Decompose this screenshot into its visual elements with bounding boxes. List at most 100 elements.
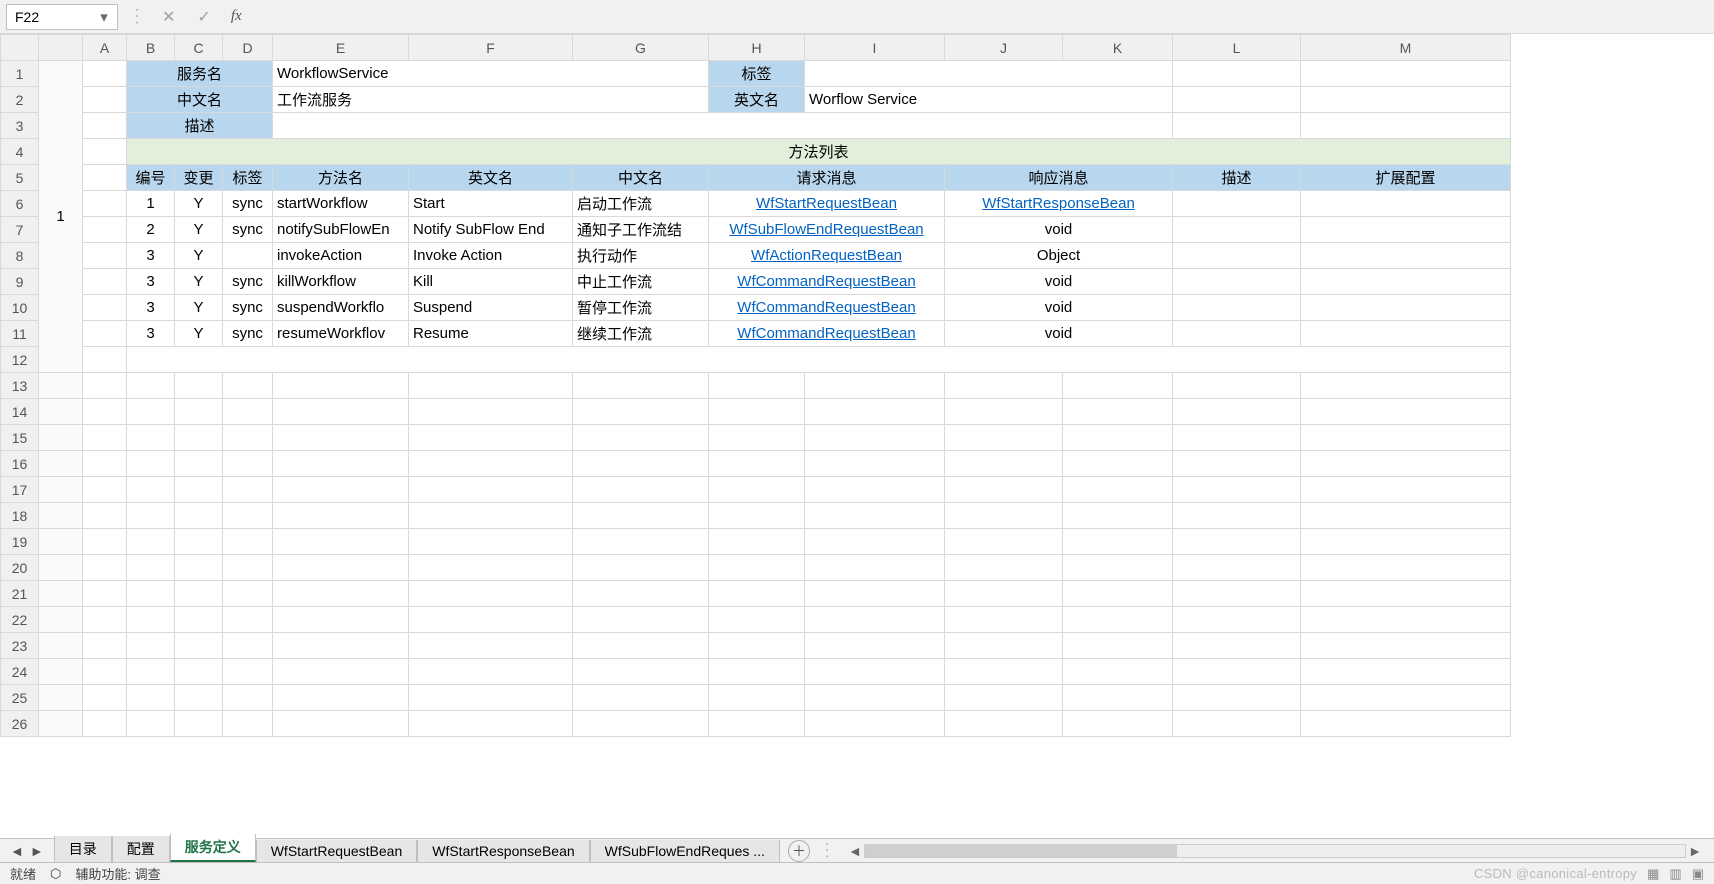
cell-L26[interactable] bbox=[1173, 711, 1301, 737]
cell-J15[interactable] bbox=[945, 425, 1063, 451]
method-ext[interactable] bbox=[1301, 243, 1511, 269]
cell-A19[interactable] bbox=[83, 529, 127, 555]
cell-B26[interactable] bbox=[127, 711, 175, 737]
sheet-tab[interactable]: 配置 bbox=[112, 836, 170, 862]
cell-J20[interactable] bbox=[945, 555, 1063, 581]
cell-I19[interactable] bbox=[805, 529, 945, 555]
cell-C13[interactable] bbox=[175, 373, 223, 399]
cell-J18[interactable] bbox=[945, 503, 1063, 529]
name-box-input[interactable] bbox=[7, 9, 95, 25]
cell-J22[interactable] bbox=[945, 607, 1063, 633]
cell-I23[interactable] bbox=[805, 633, 945, 659]
cell-G14[interactable] bbox=[573, 399, 709, 425]
cell-B16[interactable] bbox=[127, 451, 175, 477]
method-en[interactable]: Start bbox=[409, 191, 573, 217]
cell-J16[interactable] bbox=[945, 451, 1063, 477]
cell-D19[interactable] bbox=[223, 529, 273, 555]
row-header-6[interactable]: 6 bbox=[1, 191, 39, 217]
cell-K16[interactable] bbox=[1063, 451, 1173, 477]
method-cn[interactable]: 暂停工作流 bbox=[573, 295, 709, 321]
row-header-8[interactable]: 8 bbox=[1, 243, 39, 269]
method-change[interactable]: Y bbox=[175, 217, 223, 243]
cell-K22[interactable] bbox=[1063, 607, 1173, 633]
cell-E19[interactable] bbox=[273, 529, 409, 555]
cell-A6[interactable] bbox=[83, 191, 127, 217]
cell-A7[interactable] bbox=[83, 217, 127, 243]
cell-A5[interactable] bbox=[83, 165, 127, 191]
method-desc[interactable] bbox=[1173, 321, 1301, 347]
cell-H21[interactable] bbox=[709, 581, 805, 607]
method-no[interactable]: 3 bbox=[127, 243, 175, 269]
col-header-D[interactable]: D bbox=[223, 35, 273, 61]
method-resp[interactable]: void bbox=[945, 217, 1173, 243]
cell-M16[interactable] bbox=[1301, 451, 1511, 477]
cell-A23[interactable] bbox=[83, 633, 127, 659]
cell-H13[interactable] bbox=[709, 373, 805, 399]
outline-group-1[interactable]: 1 bbox=[39, 61, 83, 373]
fx-icon[interactable]: fx bbox=[227, 8, 246, 25]
method-no[interactable]: 3 bbox=[127, 321, 175, 347]
method-no[interactable]: 1 bbox=[127, 191, 175, 217]
cell-G13[interactable] bbox=[573, 373, 709, 399]
cell-B21[interactable] bbox=[127, 581, 175, 607]
cell-C14[interactable] bbox=[175, 399, 223, 425]
view-layout-icon[interactable]: ▥ bbox=[1669, 866, 1681, 882]
cell-L15[interactable] bbox=[1173, 425, 1301, 451]
cell-L16[interactable] bbox=[1173, 451, 1301, 477]
row-header-18[interactable]: 18 bbox=[1, 503, 39, 529]
sheet-tab[interactable]: 服务定义 bbox=[170, 834, 256, 862]
cell-B19[interactable] bbox=[127, 529, 175, 555]
cell-A17[interactable] bbox=[83, 477, 127, 503]
col-header-H[interactable]: H bbox=[709, 35, 805, 61]
cell-M1[interactable] bbox=[1301, 61, 1511, 87]
cell-E17[interactable] bbox=[273, 477, 409, 503]
cell-I24[interactable] bbox=[805, 659, 945, 685]
cell-M2[interactable] bbox=[1301, 87, 1511, 113]
cell-J23[interactable] bbox=[945, 633, 1063, 659]
cell-B18[interactable] bbox=[127, 503, 175, 529]
cell-H25[interactable] bbox=[709, 685, 805, 711]
empty-data-row[interactable] bbox=[127, 347, 1511, 373]
cell-H24[interactable] bbox=[709, 659, 805, 685]
cell-I26[interactable] bbox=[805, 711, 945, 737]
cell-L13[interactable] bbox=[1173, 373, 1301, 399]
cell-A24[interactable] bbox=[83, 659, 127, 685]
cell-C20[interactable] bbox=[175, 555, 223, 581]
cell-K26[interactable] bbox=[1063, 711, 1173, 737]
cell-I15[interactable] bbox=[805, 425, 945, 451]
method-req-link[interactable]: WfSubFlowEndRequestBean bbox=[709, 217, 945, 243]
value-tag[interactable] bbox=[805, 61, 1173, 87]
method-change[interactable]: Y bbox=[175, 191, 223, 217]
select-all-corner[interactable] bbox=[1, 35, 39, 61]
cell-L21[interactable] bbox=[1173, 581, 1301, 607]
row-header-21[interactable]: 21 bbox=[1, 581, 39, 607]
cell-A18[interactable] bbox=[83, 503, 127, 529]
cell-E22[interactable] bbox=[273, 607, 409, 633]
name-box-dropdown-icon[interactable]: ▾ bbox=[95, 8, 113, 26]
col-header-L[interactable]: L bbox=[1173, 35, 1301, 61]
col-header-G[interactable]: G bbox=[573, 35, 709, 61]
cell-A11[interactable] bbox=[83, 321, 127, 347]
cell-E26[interactable] bbox=[273, 711, 409, 737]
method-ext[interactable] bbox=[1301, 295, 1511, 321]
cell-F24[interactable] bbox=[409, 659, 573, 685]
cell-I16[interactable] bbox=[805, 451, 945, 477]
method-en[interactable]: Suspend bbox=[409, 295, 573, 321]
cell-E23[interactable] bbox=[273, 633, 409, 659]
row-header-20[interactable]: 20 bbox=[1, 555, 39, 581]
col-header-F[interactable]: F bbox=[409, 35, 573, 61]
cell-D24[interactable] bbox=[223, 659, 273, 685]
row-header-17[interactable]: 17 bbox=[1, 477, 39, 503]
method-req-link[interactable]: WfCommandRequestBean bbox=[709, 269, 945, 295]
cell-A26[interactable] bbox=[83, 711, 127, 737]
method-desc[interactable] bbox=[1173, 295, 1301, 321]
cell-E16[interactable] bbox=[273, 451, 409, 477]
cell-K17[interactable] bbox=[1063, 477, 1173, 503]
cell-C18[interactable] bbox=[175, 503, 223, 529]
method-change[interactable]: Y bbox=[175, 243, 223, 269]
method-cn[interactable]: 继续工作流 bbox=[573, 321, 709, 347]
cell-L24[interactable] bbox=[1173, 659, 1301, 685]
cell-C21[interactable] bbox=[175, 581, 223, 607]
row-header-23[interactable]: 23 bbox=[1, 633, 39, 659]
cell-F17[interactable] bbox=[409, 477, 573, 503]
